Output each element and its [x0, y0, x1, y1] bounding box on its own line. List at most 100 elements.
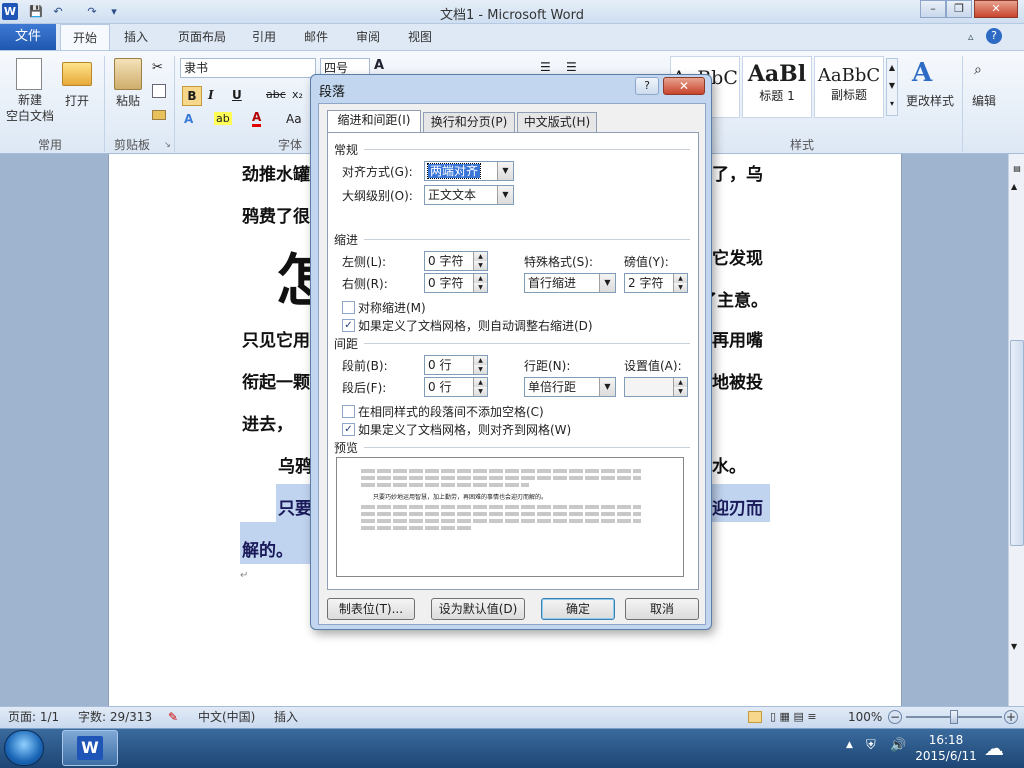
tab-mailings[interactable]: 邮件 [296, 24, 336, 50]
close-window-button[interactable]: ✕ [974, 0, 1018, 18]
copy-icon[interactable] [152, 84, 166, 98]
dialog-close-button[interactable]: ✕ [663, 77, 705, 95]
tab-review[interactable]: 审阅 [348, 24, 388, 50]
tab-file[interactable]: 文件 [0, 24, 56, 50]
dialog-launcher-icon[interactable]: ↘ [164, 140, 171, 149]
system-clock[interactable]: 16:18 2015/6/11 [906, 732, 986, 764]
open-button[interactable]: 打开 [60, 92, 94, 109]
alignment-select[interactable]: 两端对齐 ▼ [424, 161, 514, 181]
italic-button[interactable]: I [208, 88, 214, 102]
cut-icon[interactable]: ✂ [152, 60, 163, 75]
spin-down-icon[interactable]: ▼ [473, 261, 487, 270]
subscript-button[interactable]: x₂ [292, 88, 303, 101]
line-spacing-at-spinner[interactable]: ▲ ▼ [624, 377, 688, 397]
scroll-down-icon[interactable]: ▼ [1011, 642, 1017, 651]
start-button[interactable] [4, 730, 44, 766]
tab-insert[interactable]: 插入 [114, 24, 158, 50]
outline-level-select[interactable]: 正文文本 ▼ [424, 185, 514, 205]
edit-button[interactable]: 编辑 [966, 92, 1002, 109]
auto-adjust-indent-label[interactable]: 如果定义了文档网格，则自动调整右缩进(D) [358, 317, 593, 334]
right-indent-spinner[interactable]: 0 字符 ▲ ▼ [424, 273, 488, 293]
spin-up-icon[interactable]: ▲ [673, 274, 687, 283]
space-after-spinner[interactable]: 0 行 ▲ ▼ [424, 377, 488, 397]
paste-button[interactable]: 粘贴 [112, 92, 144, 109]
new-blank-document-button[interactable]: 新建 空白文档 [4, 92, 56, 124]
tab-home[interactable]: 开始 [60, 24, 110, 50]
vertical-scrollbar[interactable]: ▤ ▲ ▼ [1008, 154, 1024, 706]
restore-button[interactable]: ❐ [946, 0, 972, 18]
change-styles-button[interactable]: 更改样式 [902, 92, 958, 109]
spin-up-icon[interactable]: ▲ [473, 356, 487, 365]
underline-button[interactable]: U [232, 88, 242, 102]
ok-button[interactable]: 确定 [541, 598, 615, 620]
minimize-button[interactable]: – [920, 0, 946, 18]
view-icons[interactable]: ▯ ▦ ▤ ≡ [770, 707, 817, 727]
zoom-out-icon[interactable]: − [888, 710, 902, 724]
proofing-icon[interactable]: ✎ [168, 707, 178, 727]
indent-by-spinner[interactable]: 2 字符 ▲ ▼ [624, 273, 688, 293]
increase-indent-icon[interactable]: ☰ [566, 60, 577, 74]
char-border-icon[interactable]: A [374, 58, 384, 73]
taskbar-word-button[interactable]: W [62, 730, 118, 766]
space-before-spinner[interactable]: 0 行 ▲ ▼ [424, 355, 488, 375]
binoculars-icon[interactable]: ⌕ [974, 62, 982, 78]
spin-down-icon[interactable]: ▼ [473, 365, 487, 374]
styles-scroll-icon[interactable]: ▲ ▼ ▾ [886, 58, 898, 116]
tab-line-page-breaks[interactable]: 换行和分页(P) [423, 112, 515, 132]
help-icon[interactable]: ? [986, 28, 1002, 44]
highlight-icon[interactable]: ab [214, 112, 232, 125]
tray-security-icon[interactable]: ⛨ [866, 738, 876, 753]
tray-expand-icon[interactable]: ▲ [846, 740, 853, 750]
paste-icon[interactable] [114, 58, 142, 90]
word-count[interactable]: 字数: 29/313 [78, 707, 152, 727]
snap-to-grid-checkbox[interactable]: ✓ [342, 423, 355, 436]
no-space-same-style-label[interactable]: 在相同样式的段落间不添加空格(C) [358, 403, 544, 420]
spin-down-icon[interactable]: ▼ [673, 283, 687, 292]
spin-up-icon[interactable]: ▲ [473, 378, 487, 387]
snap-to-grid-label[interactable]: 如果定义了文档网格，则对齐到网格(W) [358, 421, 571, 438]
style-heading-1[interactable]: AaBl 标题 1 [742, 56, 812, 118]
mirror-indent-label[interactable]: 对称缩进(M) [358, 299, 426, 316]
language-indicator[interactable]: 中文(中国) [198, 707, 255, 727]
dialog-help-button[interactable]: ? [635, 77, 659, 95]
format-painter-icon[interactable] [152, 110, 166, 120]
change-case-icon[interactable]: Aa [286, 112, 302, 126]
change-styles-icon[interactable]: A [912, 58, 932, 88]
tabs-button[interactable]: 制表位(T)... [327, 598, 415, 620]
line-spacing-select[interactable]: 单倍行距 ▼ [524, 377, 616, 397]
page-count[interactable]: 页面: 1/1 [8, 707, 59, 727]
mirror-indent-checkbox[interactable] [342, 301, 355, 314]
auto-adjust-indent-checkbox[interactable]: ✓ [342, 319, 355, 332]
scroll-up-icon[interactable]: ▲ [1011, 182, 1017, 191]
tab-indent-spacing[interactable]: 缩进和间距(I) [327, 110, 421, 133]
cancel-button[interactable]: 取消 [625, 598, 699, 620]
bold-button[interactable]: B [182, 86, 202, 106]
spin-up-icon[interactable]: ▲ [473, 252, 487, 261]
tab-asian-typography[interactable]: 中文版式(H) [517, 112, 597, 132]
left-indent-spinner[interactable]: 0 字符 ▲ ▼ [424, 251, 488, 271]
set-default-button[interactable]: 设为默认值(D) [431, 598, 525, 620]
scroll-thumb[interactable] [1010, 340, 1024, 546]
zoom-in-icon[interactable]: + [1004, 710, 1018, 724]
spin-up-icon[interactable]: ▲ [673, 378, 687, 387]
strikethrough-button[interactable]: abc [266, 88, 286, 101]
font-name-box[interactable]: 隶书 [180, 58, 316, 78]
tab-page-layout[interactable]: 页面布局 [170, 24, 234, 50]
decrease-indent-icon[interactable]: ☰ [540, 60, 551, 74]
ribbon-minimize-icon[interactable]: ▵ [968, 30, 974, 43]
special-indent-select[interactable]: 首行缩进 ▼ [524, 273, 616, 293]
open-folder-icon[interactable] [62, 62, 92, 86]
insert-mode[interactable]: 插入 [274, 707, 298, 727]
style-subtitle[interactable]: AaBbC 副标题 [814, 56, 884, 118]
font-color-icon[interactable]: A [252, 110, 262, 127]
tab-view[interactable]: 视图 [400, 24, 440, 50]
tray-weather-icon[interactable]: ☁ [984, 736, 1004, 760]
new-document-icon[interactable] [16, 58, 42, 90]
spin-down-icon[interactable]: ▼ [473, 387, 487, 396]
spin-down-icon[interactable]: ▼ [473, 283, 487, 292]
print-layout-icon[interactable] [748, 711, 762, 723]
spin-up-icon[interactable]: ▲ [473, 274, 487, 283]
zoom-slider-thumb[interactable] [950, 710, 958, 724]
tray-volume-icon[interactable]: 🔊 [890, 738, 906, 753]
ruler-toggle-icon[interactable]: ▤ [1011, 164, 1023, 176]
